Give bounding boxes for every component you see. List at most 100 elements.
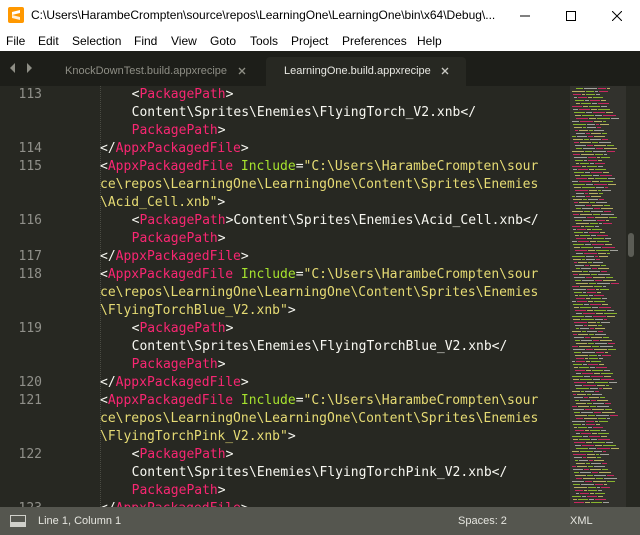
code-line[interactable]: Content\Sprites\Enemies\FlyingTorch_V2.x… xyxy=(116,104,476,122)
vertical-scrollbar[interactable] xyxy=(628,86,636,507)
minimap-line xyxy=(607,418,610,419)
code-token: < xyxy=(116,447,140,462)
scrollbar-thumb[interactable] xyxy=(628,233,634,257)
line-number: 117 xyxy=(18,249,42,264)
menu-selection[interactable]: Selection xyxy=(72,34,121,48)
indentation-setting[interactable]: Spaces: 2 xyxy=(458,515,507,527)
code-line[interactable]: ce\repos\LearningOne\LearningOne\Content… xyxy=(100,176,538,194)
minimap-line xyxy=(600,397,605,398)
editor-area[interactable]: 113114115116117118119120121122123 <Packa… xyxy=(0,86,640,507)
minimize-button[interactable] xyxy=(502,0,548,31)
tab-knockdowntest[interactable]: KnockDownTest.build.appxrecipe xyxy=(40,57,262,86)
minimap-line xyxy=(599,199,604,200)
tab-learningone[interactable]: LearningOne.build.appxrecipe xyxy=(266,57,466,86)
code-line[interactable]: Content\Sprites\Enemies\FlyingTorchBlue_… xyxy=(116,338,508,356)
minimap-line xyxy=(574,247,580,248)
code-line[interactable]: \Acid_Cell.xnb"> xyxy=(100,194,225,212)
minimap-line xyxy=(591,172,602,173)
minimap-line xyxy=(573,499,577,500)
code-view[interactable]: <PackagePath> Content\Sprites\Enemies\Fl… xyxy=(63,86,563,507)
menu-edit[interactable]: Edit xyxy=(38,34,59,48)
code-line[interactable]: <AppxPackagedFile Include="C:\Users\Hara… xyxy=(100,266,538,284)
minimap-line xyxy=(594,121,602,122)
minimap-line xyxy=(598,190,601,191)
minimap-line xyxy=(583,271,588,272)
tab-nav-arrows-icon[interactable] xyxy=(8,62,34,74)
menu-tools[interactable]: Tools xyxy=(250,34,278,48)
minimap-line xyxy=(586,421,594,422)
minimap-line xyxy=(582,496,586,497)
code-line[interactable]: \FlyingTorchBlue_V2.xnb"> xyxy=(100,302,296,320)
code-line[interactable]: </AppxPackagedFile> xyxy=(100,374,249,392)
minimap-line xyxy=(597,127,601,128)
code-line[interactable]: ce\repos\LearningOne\LearningOne\Content… xyxy=(100,410,538,428)
code-line[interactable]: <PackagePath>Content\Sprites\Enemies\Aci… xyxy=(116,212,539,230)
code-line[interactable]: <PackagePath> xyxy=(116,446,234,464)
minimap-line xyxy=(579,460,588,461)
menu-view[interactable]: View xyxy=(171,34,197,48)
close-window-button[interactable] xyxy=(594,0,640,31)
maximize-button[interactable] xyxy=(548,0,594,31)
panel-toggle-icon[interactable] xyxy=(10,515,26,527)
menu-goto[interactable]: Goto xyxy=(210,34,236,48)
line-number: 113 xyxy=(18,87,42,102)
close-tab-icon[interactable] xyxy=(439,65,451,77)
minimap-line xyxy=(574,502,584,503)
minimap-line xyxy=(594,247,601,248)
code-line[interactable]: </AppxPackagedFile> xyxy=(100,500,249,507)
minimap-line xyxy=(592,244,604,245)
code-line[interactable]: \FlyingTorchPink_V2.xnb"> xyxy=(100,428,296,446)
minimap-line xyxy=(580,379,592,380)
minimap-line xyxy=(594,295,604,296)
minimap-line xyxy=(587,145,593,146)
minimap-line xyxy=(574,427,577,428)
minimap-line xyxy=(586,424,595,425)
menu-project[interactable]: Project xyxy=(291,34,328,48)
minimap-line xyxy=(594,451,602,452)
minimap-line xyxy=(591,109,597,110)
menu-help[interactable]: Help xyxy=(417,34,442,48)
minimap-line xyxy=(580,493,589,494)
code-line[interactable]: <AppxPackagedFile Include="C:\Users\Hara… xyxy=(100,392,538,410)
minimap-line xyxy=(572,331,581,332)
code-line[interactable]: PackagePath> xyxy=(116,122,226,140)
code-line[interactable]: <PackagePath> xyxy=(116,320,234,338)
code-line[interactable]: </AppxPackagedFile> xyxy=(100,140,249,158)
minimap-line xyxy=(590,406,596,407)
code-line[interactable]: ce\repos\LearningOne\LearningOne\Content… xyxy=(100,284,538,302)
minimap-line xyxy=(592,472,598,473)
minimap-line xyxy=(582,94,585,95)
code-line[interactable]: <AppxPackagedFile Include="C:\Users\Hara… xyxy=(100,158,538,176)
minimap-line xyxy=(576,103,580,104)
minimap-line xyxy=(589,460,593,461)
minimap-line xyxy=(594,184,607,185)
sublime-text-logo-icon xyxy=(8,7,24,23)
minimap[interactable] xyxy=(570,86,626,507)
minimap-line xyxy=(572,316,584,317)
minimap-line xyxy=(595,154,603,155)
minimap-line xyxy=(574,472,579,473)
code-line[interactable]: PackagePath> xyxy=(116,482,226,500)
minimap-line xyxy=(585,265,589,266)
close-tab-icon[interactable] xyxy=(236,65,248,77)
code-line[interactable]: <PackagePath> xyxy=(116,86,234,104)
minimap-line xyxy=(575,130,578,131)
menu-find[interactable]: Find xyxy=(134,34,157,48)
minimap-viewport[interactable] xyxy=(570,86,626,507)
code-line[interactable]: PackagePath> xyxy=(116,230,226,248)
code-line[interactable]: </AppxPackagedFile> xyxy=(100,248,249,266)
minimap-line xyxy=(607,310,614,311)
code-line[interactable]: Content\Sprites\Enemies\FlyingTorchPink_… xyxy=(116,464,508,482)
code-line[interactable]: PackagePath> xyxy=(116,356,226,374)
minimap-line xyxy=(603,223,612,224)
minimap-line xyxy=(594,301,605,302)
minimap-line xyxy=(610,415,618,416)
syntax-selector[interactable]: XML xyxy=(570,515,593,527)
minimap-line xyxy=(604,154,607,155)
minimap-line xyxy=(595,382,608,383)
code-token: PackagePath xyxy=(116,483,218,498)
menu-preferences[interactable]: Preferences xyxy=(342,34,407,48)
menu-file[interactable]: File xyxy=(6,34,25,48)
line-number: 121 xyxy=(18,393,42,408)
